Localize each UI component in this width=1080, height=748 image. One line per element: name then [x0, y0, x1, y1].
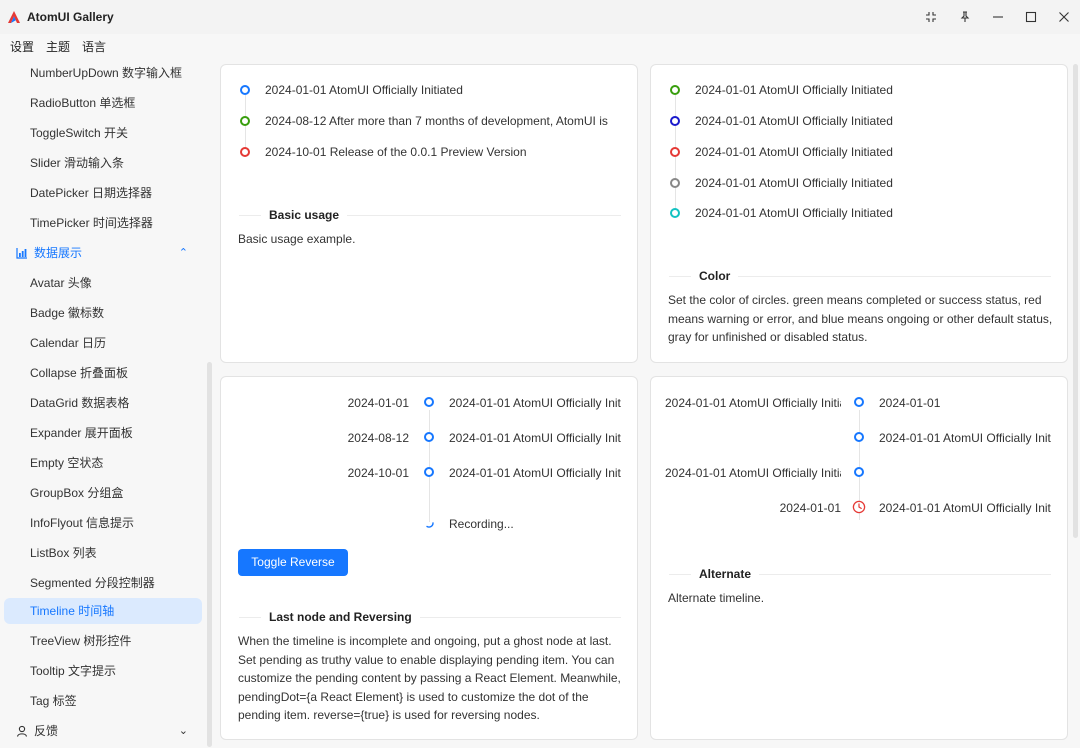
timeline-item-text: 2024-01-01 AtomUI Officially Initiated: [665, 466, 841, 480]
sidebar: NumberUpDown 数字输入框 RadioButton 单选框 Toggl…: [0, 60, 212, 748]
timeline-item-label: 2024-01-01: [879, 396, 941, 410]
user-icon: [16, 725, 28, 737]
chart-icon: [16, 248, 27, 259]
timeline-dot: [670, 85, 680, 95]
timeline-dot: [424, 397, 434, 407]
sidebar-item-tooltip[interactable]: Tooltip 文字提示: [4, 658, 202, 684]
timeline-dot: [240, 116, 250, 126]
sidebar-item-collapse[interactable]: Collapse 折叠面板: [4, 360, 202, 386]
sidebar-group-label: 数据展示: [34, 246, 83, 260]
timeline-item-text: 2024-01-01 AtomUI Officially Initiated: [449, 396, 621, 410]
app-logo-icon: [8, 11, 20, 23]
timeline-item-label: 2024-08-12: [347, 431, 409, 445]
timeline-line: [429, 410, 430, 522]
sidebar-item-timepicker[interactable]: TimePicker 时间选择器: [4, 210, 202, 236]
sidebar-group-data-display[interactable]: 数据展示 ⌃: [4, 240, 202, 266]
sidebar-scrollbar[interactable]: [207, 362, 212, 747]
card-basic-usage: 2024-01-01 AtomUI Officially Initiated 2…: [220, 64, 638, 363]
timeline-item-text: 2024-01-01 AtomUI Officially Initiated: [665, 396, 841, 410]
sidebar-item-treeview[interactable]: TreeView 树形控件: [4, 628, 202, 654]
card-color: 2024-01-01 AtomUI Officially Initiated 2…: [650, 64, 1068, 363]
sidebar-item-expander[interactable]: Expander 展开面板: [4, 420, 202, 446]
timeline-item-text: 2024-01-01 AtomUI Officially Initiated: [265, 83, 463, 97]
card-alternate: 2024-01-01 AtomUI Officially Initiated 2…: [650, 376, 1068, 740]
section-description: Basic usage example.: [238, 232, 356, 246]
timeline-item-text: 2024-01-01 AtomUI Officially Initiated: [695, 114, 893, 128]
section-heading: Last node and Reversing: [239, 610, 621, 624]
section-title: Basic usage: [269, 208, 340, 222]
timeline-item-label: 2024-10-01: [347, 466, 409, 480]
section-description: Set the color of circles. green means co…: [668, 293, 1053, 344]
timeline-dot: [854, 432, 864, 442]
card-last-node: 2024-01-01 2024-01-01 AtomUI Officially …: [220, 376, 638, 740]
chevron-down-icon: ⌄: [178, 725, 188, 737]
menu-settings[interactable]: 设置: [10, 36, 34, 58]
close-icon[interactable]: [1053, 7, 1075, 27]
timeline-item-text: 2024-10-01 Release of the 0.0.1 Preview …: [265, 145, 527, 159]
menu-theme[interactable]: 主题: [46, 36, 70, 58]
sidebar-item-tag[interactable]: Tag 标签: [4, 688, 202, 714]
sidebar-item-numberupdown[interactable]: NumberUpDown 数字输入框: [4, 60, 202, 86]
timeline-item-text: 2024-01-01 AtomUI Officially Initiated: [695, 206, 893, 220]
timeline-item-text: 2024-01-01 AtomUI Officially Initiated: [449, 466, 621, 480]
title-bar: AtomUI Gallery: [0, 0, 1080, 34]
timeline-item-text: 2024-01-01 AtomUI Officially Initiated: [695, 83, 893, 97]
timeline-dot: [670, 147, 680, 157]
timeline-item-text: 2024-01-01 AtomUI Officially Initiated: [449, 431, 621, 445]
section-heading: Basic usage: [239, 208, 621, 222]
timeline-dot: [854, 467, 864, 477]
sidebar-item-datepicker[interactable]: DatePicker 日期选择器: [4, 180, 202, 206]
clock-icon: [852, 500, 866, 514]
timeline-item-text: 2024-01-01 AtomUI Officially Initiated: [695, 176, 893, 190]
timeline-item-text: 2024-01-01 AtomUI Officially Initiated: [695, 145, 893, 159]
sidebar-item-empty[interactable]: Empty 空状态: [4, 450, 202, 476]
main-scrollbar[interactable]: [1073, 64, 1078, 538]
timeline-item-text: 2024-01-01 AtomUI Officially Initiated: [879, 431, 1051, 445]
timeline-dot: [240, 147, 250, 157]
menu-bar: 设置 主题 语言: [0, 36, 106, 58]
timeline-dot: [670, 208, 680, 218]
timeline-item-label: 2024-01-01: [347, 396, 409, 410]
timeline-item-label: 2024-01-01: [779, 501, 841, 515]
section-title: Color: [699, 269, 731, 283]
timeline-dot: [240, 85, 250, 95]
sidebar-item-timeline[interactable]: Timeline 时间轴: [4, 598, 202, 624]
sidebar-item-datagrid[interactable]: DataGrid 数据表格: [4, 390, 202, 416]
section-heading: Alternate: [669, 567, 1051, 581]
timeline-dot: [670, 178, 680, 188]
app-title: AtomUI Gallery: [27, 10, 114, 24]
sidebar-feedback-label: 反馈: [34, 724, 59, 738]
minimize-icon[interactable]: [987, 7, 1009, 27]
timeline-dot: [670, 116, 680, 126]
timeline-item-text: 2024-08-12 After more than 7 months of d…: [265, 114, 608, 128]
pin-icon[interactable]: [954, 7, 976, 27]
timeline-item-text: 2024-01-01 AtomUI Officially Initiated: [879, 501, 1051, 515]
sidebar-group-feedback[interactable]: 反馈 ⌄: [4, 718, 202, 744]
sidebar-item-badge[interactable]: Badge 徽标数: [4, 300, 202, 326]
section-description: Alternate timeline.: [668, 591, 765, 605]
menu-language[interactable]: 语言: [82, 36, 106, 58]
timeline-dot: [424, 432, 434, 442]
section-description: When the timeline is incomplete and ongo…: [238, 634, 621, 722]
timeline-dot: [854, 397, 864, 407]
chevron-up-icon: ⌃: [178, 247, 188, 259]
section-title: Last node and Reversing: [269, 610, 412, 624]
sidebar-item-groupbox[interactable]: GroupBox 分组盒: [4, 480, 202, 506]
timeline-dot: [424, 467, 434, 477]
sidebar-item-segmented[interactable]: Segmented 分段控制器: [4, 570, 202, 596]
sidebar-item-calendar[interactable]: Calendar 日历: [4, 330, 202, 356]
fullscreen-icon[interactable]: [920, 7, 942, 27]
maximize-icon[interactable]: [1020, 7, 1042, 27]
sidebar-item-infoflyout[interactable]: InfoFlyout 信息提示: [4, 510, 202, 536]
sidebar-item-slider[interactable]: Slider 滑动输入条: [4, 150, 202, 176]
sidebar-item-listbox[interactable]: ListBox 列表: [4, 540, 202, 566]
sidebar-item-radiobutton[interactable]: RadioButton 单选框: [4, 90, 202, 116]
sidebar-item-toggleswitch[interactable]: ToggleSwitch 开关: [4, 120, 202, 146]
section-heading: Color: [669, 269, 1051, 283]
section-title: Alternate: [699, 567, 752, 581]
sidebar-item-avatar[interactable]: Avatar 头像: [4, 270, 202, 296]
pending-text: Recording...: [449, 517, 514, 531]
loading-spinner-icon: [426, 522, 434, 528]
toggle-reverse-button[interactable]: Toggle Reverse: [238, 549, 348, 576]
